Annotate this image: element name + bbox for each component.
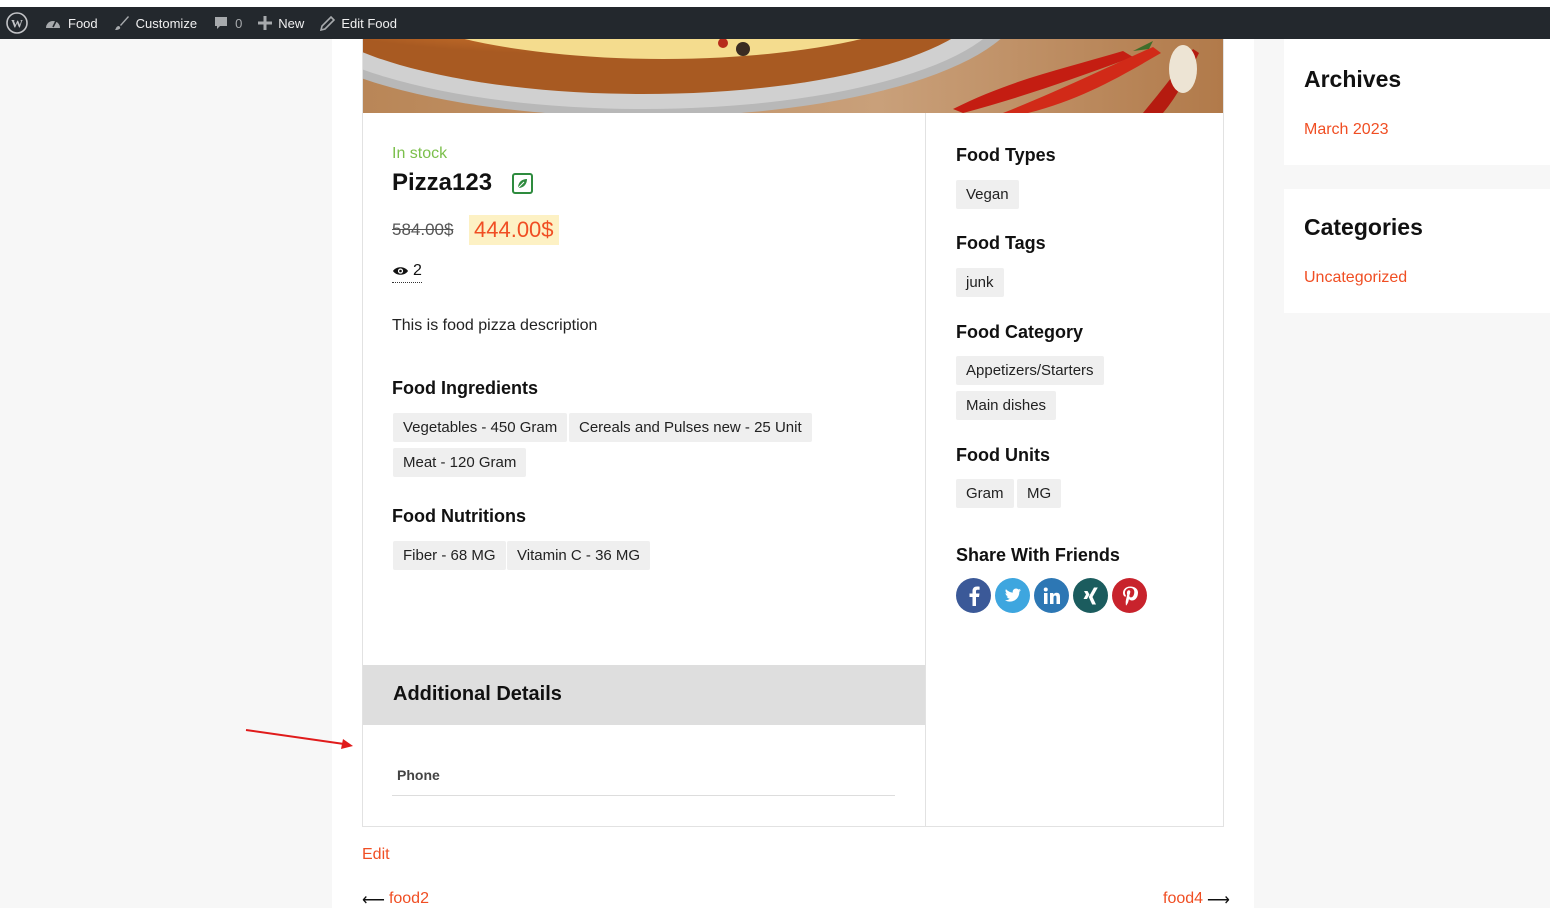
pizza-hero-image xyxy=(363,39,1223,113)
comments-count: 0 xyxy=(235,15,243,31)
column-divider xyxy=(925,113,926,827)
additional-details-header: Additional Details xyxy=(363,665,925,725)
twitter-share-button[interactable] xyxy=(995,578,1030,613)
comments-button[interactable]: 0 xyxy=(205,7,250,39)
admin-bar: W Food Customize 0 New Edit Food xyxy=(0,7,1550,39)
facebook-icon xyxy=(969,586,980,606)
edit-link[interactable]: Edit xyxy=(362,846,390,864)
phone-label: Phone xyxy=(397,767,440,783)
site-name-label: Food xyxy=(68,15,98,31)
nutrition-tag: Fiber - 68 MG xyxy=(393,541,506,570)
edit-food-label: Edit Food xyxy=(341,15,397,31)
pinterest-icon xyxy=(1122,586,1138,606)
vegan-icon xyxy=(512,173,533,194)
previous-post-label: food2 xyxy=(388,890,429,907)
wordpress-icon: W xyxy=(6,12,28,34)
browser-top-edge xyxy=(0,0,1550,7)
archives-widget: Archives March 2023 xyxy=(1284,39,1550,165)
view-count-value: 2 xyxy=(413,262,422,279)
nutrition-tag: Vitamin C - 36 MG xyxy=(507,541,651,570)
food-units-heading: Food Units xyxy=(956,445,1050,465)
old-price: 584.00$ xyxy=(392,220,454,239)
customize-label: Customize xyxy=(135,15,198,31)
plus-icon xyxy=(258,16,273,30)
brush-icon xyxy=(114,16,129,30)
linkedin-share-button[interactable] xyxy=(1034,578,1069,613)
categories-widget: Categories Uncategorized xyxy=(1284,189,1550,313)
next-post-label: food4 xyxy=(1163,890,1204,907)
food-tags-heading: Food Tags xyxy=(956,233,1046,253)
ingredient-tag: Vegetables - 450 Gram xyxy=(393,413,568,442)
arrow-left-icon: ⟵ xyxy=(362,892,385,908)
comment-icon xyxy=(215,17,228,29)
wordpress-logo-button[interactable]: W xyxy=(0,7,36,39)
food-description: This is food pizza description xyxy=(392,317,598,334)
share-heading: Share With Friends xyxy=(956,545,1120,565)
pinterest-share-button[interactable] xyxy=(1112,578,1147,613)
ingredient-tag: Meat - 120 Gram xyxy=(393,448,527,477)
new-label: New xyxy=(278,15,305,31)
food-category-tag: Main dishes xyxy=(956,391,1057,420)
food-category-tag: Appetizers/Starters xyxy=(956,356,1104,385)
site-name-button[interactable]: Food xyxy=(36,7,106,39)
facebook-share-button[interactable] xyxy=(956,578,991,613)
food-tag: junk xyxy=(956,268,1004,297)
food-unit-tag: Gram xyxy=(956,479,1014,508)
archives-link[interactable]: March 2023 xyxy=(1304,121,1389,139)
additional-details-title: Additional Details xyxy=(393,683,562,705)
archives-title: Archives xyxy=(1304,66,1402,92)
stock-status: In stock xyxy=(392,145,448,162)
ingredients-heading: Food Ingredients xyxy=(392,378,538,398)
share-buttons xyxy=(956,578,1147,613)
phone-row-divider xyxy=(392,795,895,796)
svg-text:W: W xyxy=(11,17,23,31)
food-title: Pizza123 xyxy=(392,169,493,196)
categories-title: Categories xyxy=(1304,214,1423,240)
sale-price: 444.00$ xyxy=(469,215,559,245)
linkedin-icon xyxy=(1043,587,1060,604)
xing-icon xyxy=(1083,587,1098,604)
dashboard-icon xyxy=(46,20,60,28)
twitter-icon xyxy=(1004,588,1021,602)
edit-food-button[interactable]: Edit Food xyxy=(312,7,405,39)
food-type-tag: Vegan xyxy=(956,180,1019,209)
food-category-heading: Food Category xyxy=(956,322,1084,342)
view-count: 2 xyxy=(392,262,422,283)
food-unit-tag: MG xyxy=(1017,479,1062,508)
pencil-icon xyxy=(320,15,336,31)
previous-post-link[interactable]: ⟵ food2 xyxy=(362,890,429,908)
new-button[interactable]: New xyxy=(250,7,312,39)
food-types-heading: Food Types xyxy=(956,145,1056,165)
next-post-link[interactable]: food4 ⟶ xyxy=(1163,890,1230,908)
eye-icon xyxy=(393,267,408,275)
categories-link[interactable]: Uncategorized xyxy=(1304,269,1407,287)
annotation-arrow xyxy=(245,729,353,749)
nutritions-heading: Food Nutritions xyxy=(392,506,526,526)
customize-button[interactable]: Customize xyxy=(106,7,205,39)
xing-share-button[interactable] xyxy=(1073,578,1108,613)
ingredient-tag: Cereals and Pulses new - 25 Unit xyxy=(569,413,812,442)
arrow-right-icon: ⟶ xyxy=(1207,892,1230,908)
